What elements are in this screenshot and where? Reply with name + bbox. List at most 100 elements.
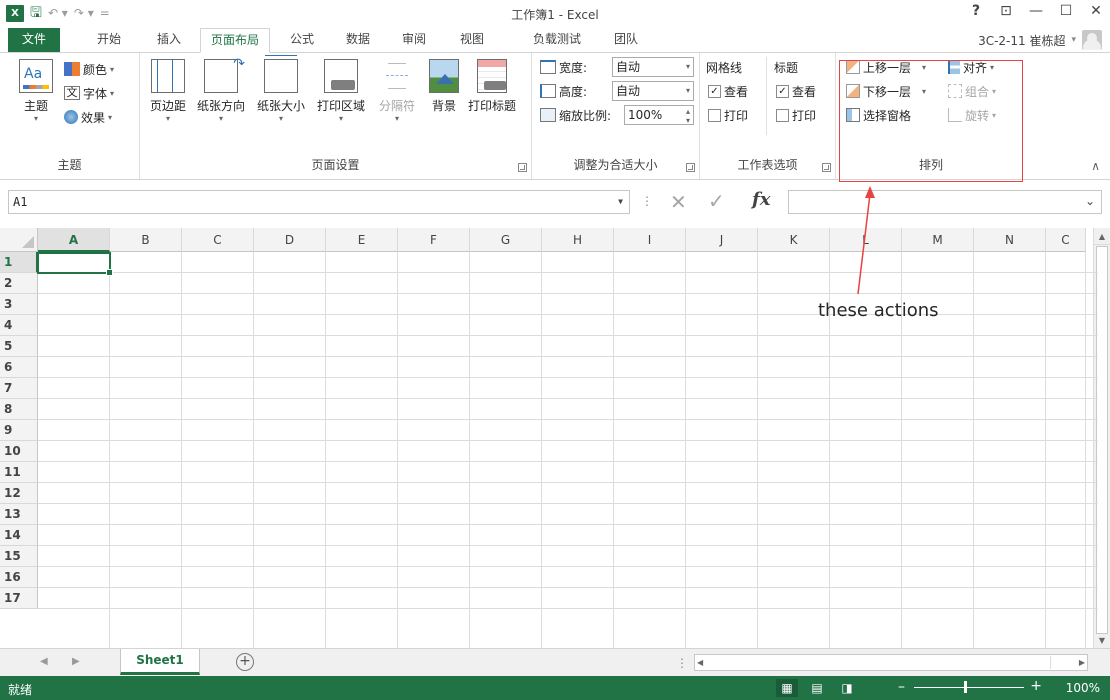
tab-team[interactable]: 团队 [604,28,648,52]
cancel-icon[interactable]: ✕ [670,190,687,214]
column-header[interactable]: B [110,228,182,252]
minimize-button[interactable]: — [1028,3,1044,19]
row-header[interactable]: 4 [0,315,38,336]
scroll-down-icon[interactable]: ▼ [1094,634,1110,648]
scroll-left-icon[interactable]: ◀ [697,655,703,670]
enter-icon[interactable]: ✓ [708,189,725,213]
height-select[interactable]: 自动 ▾ [612,81,694,101]
tab-file[interactable]: 文件 [8,28,60,52]
headings-view-checkbox[interactable]: ✓ 查看 [776,81,816,101]
new-sheet-button[interactable]: + [236,653,254,671]
formula-input[interactable]: ⌄ [788,190,1102,214]
row-header[interactable]: 10 [0,441,38,462]
themes-button[interactable]: 主题 ▾ [16,59,56,124]
tab-insert[interactable]: 插入 [146,28,192,52]
row-header[interactable]: 7 [0,378,38,399]
scroll-right-icon[interactable]: ▶ [1079,655,1085,670]
normal-view-icon[interactable]: ▦ [776,679,798,697]
horizontal-scroll-thumb[interactable] [711,656,1051,669]
row-header[interactable]: 16 [0,567,38,588]
sheet-nav-next-icon[interactable]: ▶ [72,656,80,667]
scroll-up-icon[interactable]: ▲ [1094,228,1110,245]
background-button[interactable]: 背景 [424,59,464,114]
column-header[interactable]: C [1046,228,1086,252]
row-header[interactable]: 3 [0,294,38,315]
tab-page-layout[interactable]: 页面布局 [200,28,270,53]
column-header[interactable]: M [902,228,974,252]
sheet-options-launcher-icon[interactable] [822,163,831,172]
scale-to-fit-launcher-icon[interactable] [686,163,695,172]
column-header[interactable]: C [182,228,254,252]
zoom-knob[interactable] [964,681,967,693]
collapse-ribbon-icon[interactable]: ∧ [1091,159,1100,173]
zoom-in-icon[interactable]: + [1030,678,1042,694]
sheet-tab-sheet1[interactable]: Sheet1 [120,649,200,675]
zoom-slider[interactable]: – + [898,678,1042,695]
column-header[interactable]: D [254,228,326,252]
close-button[interactable]: ✕ [1088,3,1104,19]
row-header[interactable]: 1 [0,252,38,273]
select-all-corner[interactable] [0,228,38,252]
tab-data[interactable]: 数据 [336,28,380,52]
spinner-icon[interactable]: ▴ ▾ [686,107,690,125]
row-header[interactable]: 15 [0,546,38,567]
zoom-level[interactable]: 100% [1066,681,1100,695]
row-header[interactable]: 2 [0,273,38,294]
row-header[interactable]: 6 [0,357,38,378]
breaks-button[interactable]: 分隔符 ▾ [372,59,422,124]
headings-print-checkbox[interactable]: 打印 [776,105,816,125]
formula-bar-handle[interactable]: ⋮ [641,194,653,208]
page-setup-launcher-icon[interactable] [518,163,527,172]
column-header[interactable]: A [38,228,110,252]
insert-function-icon[interactable]: fx [752,189,770,210]
ribbon-display-options-icon[interactable]: ⊡ [998,3,1014,19]
row-header[interactable]: 9 [0,420,38,441]
column-header[interactable]: N [974,228,1046,252]
print-area-button[interactable]: 打印区域 ▾ [312,59,370,124]
gridlines-print-checkbox[interactable]: 打印 [708,105,748,125]
row-header[interactable]: 13 [0,504,38,525]
column-header[interactable]: H [542,228,614,252]
zoom-out-icon[interactable]: – [898,679,905,695]
vertical-scrollbar[interactable]: ▲ ▼ [1093,228,1110,648]
row-header[interactable]: 12 [0,483,38,504]
row-header[interactable]: 8 [0,399,38,420]
row-header[interactable]: 17 [0,588,38,609]
tab-home[interactable]: 开始 [86,28,132,52]
help-button[interactable]: ? [968,3,984,19]
orientation-button[interactable]: 纸张方向 ▾ [192,56,250,124]
worksheet-grid[interactable]: ▲ ▼ A B C D E F G H I J K L M N C 1 2 3 4 5 6 7 8 9 10 11 12 13 14 15… [0,228,1110,648]
tab-review[interactable]: 审阅 [392,28,436,52]
gridlines-view-checkbox[interactable]: ✓ 查看 [708,81,748,101]
tab-load-test[interactable]: 负载测试 [524,28,590,52]
size-button[interactable]: 纸张大小 ▾ [252,55,310,124]
column-header[interactable]: I [614,228,686,252]
column-header[interactable]: L [830,228,902,252]
tab-formulas[interactable]: 公式 [282,28,322,52]
column-header[interactable]: E [326,228,398,252]
theme-effects-button[interactable]: 效果 ▾ [64,107,112,127]
name-box[interactable]: A1 ▼ [8,190,630,214]
column-header[interactable]: G [470,228,542,252]
page-break-preview-icon[interactable]: ◨ [836,679,858,697]
theme-colors-button[interactable]: 颜色 ▾ [64,59,114,79]
margins-button[interactable]: 页边距 ▾ [146,59,190,124]
print-titles-button[interactable]: 打印标题 [464,59,520,114]
row-header[interactable]: 14 [0,525,38,546]
column-header[interactable]: K [758,228,830,252]
column-header[interactable]: J [686,228,758,252]
tab-view[interactable]: 视图 [450,28,494,52]
split-handle[interactable]: ⋮ [676,656,688,670]
row-header[interactable]: 11 [0,462,38,483]
page-layout-view-icon[interactable]: ▤ [806,679,828,697]
scale-stepper[interactable]: 100% ▴ ▾ [624,105,694,125]
expand-formula-bar-icon[interactable]: ⌄ [1085,194,1095,208]
maximize-button[interactable]: ☐ [1058,3,1074,19]
width-select[interactable]: 自动 ▾ [612,57,694,77]
active-cell[interactable] [37,252,113,276]
user-account[interactable]: 3C-2-11 崔栋超 ▾ [978,30,1102,50]
row-header[interactable]: 5 [0,336,38,357]
horizontal-scrollbar[interactable]: ◀ ▶ [694,654,1088,671]
theme-fonts-button[interactable]: 文 字体 ▾ [64,83,114,103]
sheet-nav-prev-icon[interactable]: ◀ [40,656,48,667]
